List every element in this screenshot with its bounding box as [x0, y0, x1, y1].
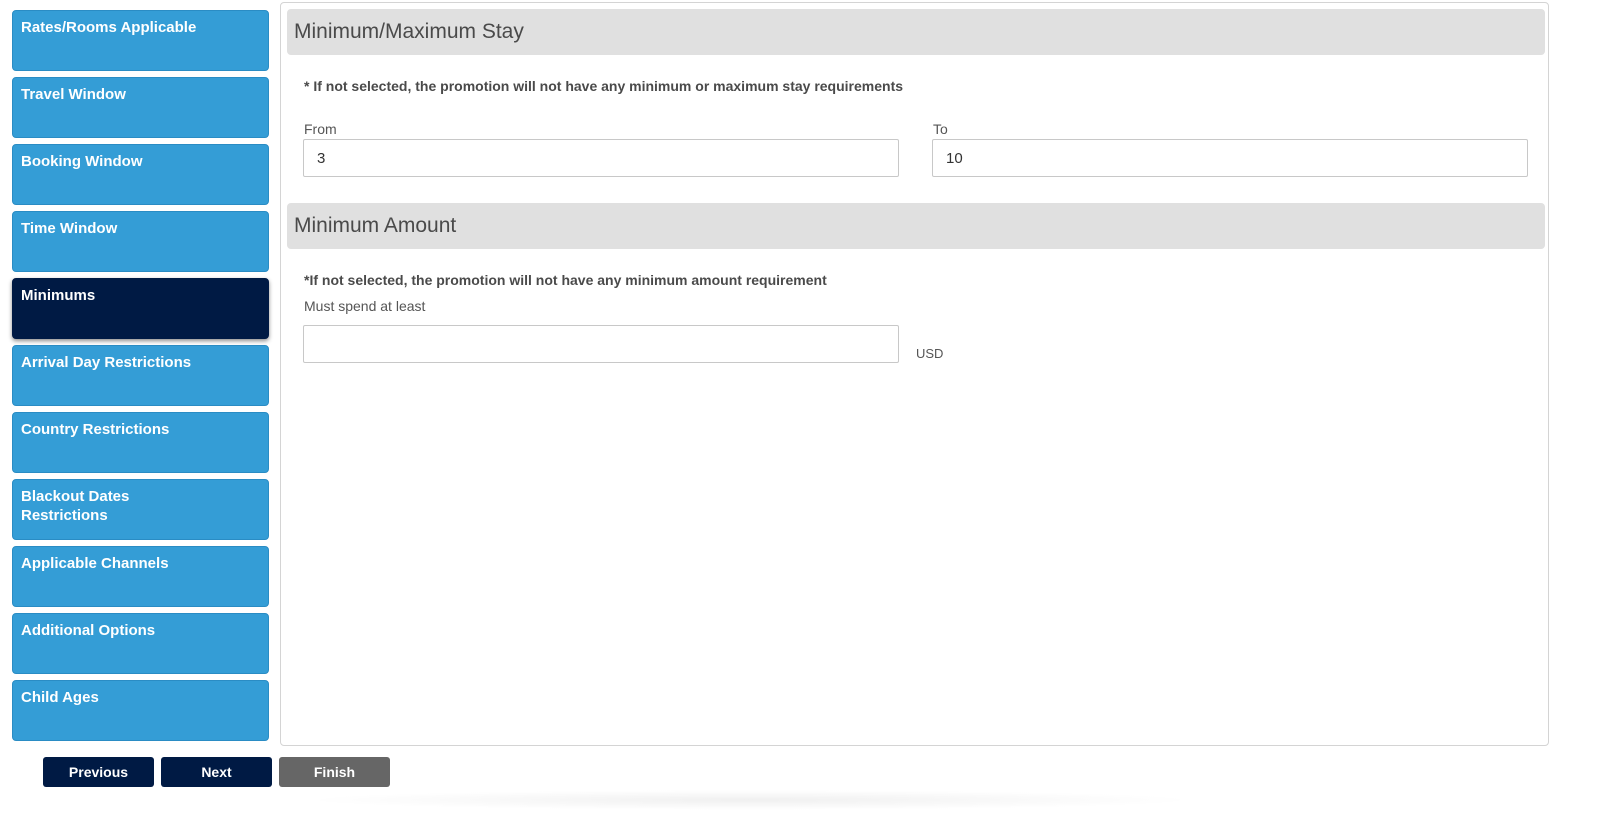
sidebar-item-minimums[interactable]: Minimums: [12, 278, 269, 339]
sidebar-item-arrival-day-restrictions[interactable]: Arrival Day Restrictions: [12, 345, 269, 406]
must-spend-input[interactable]: [303, 325, 899, 363]
sidebar-item-label: Additional Options: [21, 622, 156, 639]
must-spend-label: Must spend at least: [304, 298, 426, 314]
currency-label: USD: [916, 346, 944, 361]
sidebar-item-booking-window[interactable]: Booking Window: [12, 144, 269, 205]
sidebar-item-additional-options[interactable]: Additional Options: [12, 613, 269, 674]
previous-button[interactable]: Previous: [43, 757, 154, 787]
stay-note: * If not selected, the promotion will no…: [304, 78, 904, 94]
sidebar-item-label: Travel Window: [21, 86, 126, 103]
stay-section-title: Minimum/Maximum Stay: [287, 9, 1545, 55]
sidebar-item-applicable-channels[interactable]: Applicable Channels: [12, 546, 269, 607]
to-label: To: [933, 121, 948, 137]
sidebar-item-child-ages[interactable]: Child Ages: [12, 680, 269, 741]
sidebar-item-label: Child Ages: [21, 689, 99, 706]
from-input[interactable]: [303, 139, 899, 177]
sidebar-item-label: Minimums: [21, 287, 96, 304]
bottom-shadow: [300, 790, 1200, 810]
sidebar-item-label: Booking Window: [21, 153, 143, 170]
sidebar-nav: Rates/Rooms Applicable Travel Window Boo…: [12, 10, 269, 747]
next-button[interactable]: Next: [161, 757, 272, 787]
sidebar-item-rates-rooms-applicable[interactable]: Rates/Rooms Applicable: [12, 10, 269, 71]
amount-section-title: Minimum Amount: [287, 203, 1545, 249]
sidebar-item-label: Blackout Dates Restrictions: [21, 488, 130, 524]
sidebar-item-label: Applicable Channels: [21, 555, 169, 572]
to-input[interactable]: [932, 139, 1528, 177]
sidebar-item-time-window[interactable]: Time Window: [12, 211, 269, 272]
sidebar-item-country-restrictions[interactable]: Country Restrictions: [12, 412, 269, 473]
finish-button[interactable]: Finish: [279, 757, 390, 787]
from-label: From: [304, 121, 337, 137]
sidebar-item-label: Country Restrictions: [21, 421, 170, 438]
sidebar-item-label: Arrival Day Restrictions: [21, 354, 192, 371]
amount-note: *If not selected, the promotion will not…: [304, 272, 827, 288]
content-panel: Minimum/Maximum Stay * If not selected, …: [280, 2, 1549, 746]
sidebar-item-travel-window[interactable]: Travel Window: [12, 77, 269, 138]
sidebar-item-label: Rates/Rooms Applicable: [21, 19, 197, 36]
sidebar-item-blackout-dates-restrictions[interactable]: Blackout Dates Restrictions: [12, 479, 269, 540]
sidebar-item-label: Time Window: [21, 220, 118, 237]
